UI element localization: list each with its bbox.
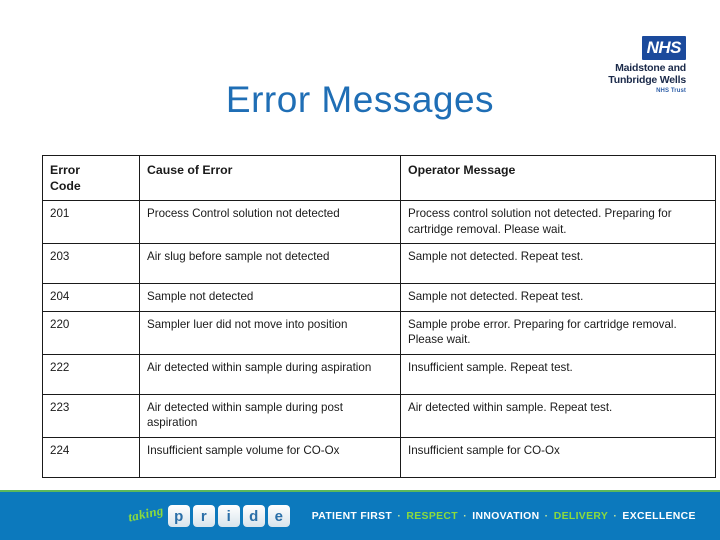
tagline-value-innovation: INNOVATION [472,510,540,522]
tagline-separator: · [541,510,552,522]
table-row: 223 Air detected within sample during pos… [42,393,716,438]
cell-error-code: 222 [42,353,140,395]
nhs-wordmark: NHS [641,36,686,60]
cell-error-code: 203 [42,243,140,284]
pride-tile-d: d [242,505,265,527]
column-header-error-code-line-2: Code [50,178,81,193]
column-header-cause-of-error: Cause of Error [139,155,401,201]
cell-cause-of-error: Air slug before sample not detected [139,243,401,284]
tagline-separator: · [610,510,621,522]
column-header-error-code-line-1: Error [50,163,81,177]
pride-tile-e: e [267,505,290,527]
table-header-row: Error Code Cause of Error Operator Messa… [42,155,716,201]
table-row: 204 Sample not detected Sample not detecte… [42,283,716,312]
table-row: 222 Air detected within sample during asp… [42,353,716,395]
cell-operator-message: Sample probe error. Preparing for cartri… [400,310,716,355]
pride-letter-tiles: pride [167,505,290,527]
taking-script-text: taking [126,502,165,525]
table-body: 201 Process Control solution not detected… [42,200,716,478]
cell-operator-message: Sample not detected. Repeat test. [400,283,716,312]
table-row: 220 Sampler luer did not move into positi… [42,310,716,355]
cell-error-code: 223 [42,393,140,438]
error-messages-table-container: Error Code Cause of Error Operator Messa… [42,155,716,478]
cell-operator-message: Insufficient sample for CO-Ox [400,436,716,478]
pride-logo: taking pride PATIENT FIRST · RESPECT · I… [126,502,696,527]
cell-operator-message: Sample not detected. Repeat test. [400,243,716,284]
tagline-value-excellence: EXCELLENCE [622,510,696,522]
cell-error-code: 220 [42,310,140,355]
cell-operator-message: Air detected within sample. Repeat test. [400,393,716,438]
cell-cause-of-error: Process Control solution not detected [139,200,401,244]
table-header: Error Code Cause of Error Operator Messa… [42,155,716,201]
tagline-separator: · [394,510,405,522]
cell-cause-of-error: Insufficient sample volume for CO-Ox [139,436,401,478]
error-messages-table: Error Code Cause of Error Operator Messa… [42,155,716,478]
cell-error-code: 201 [42,200,140,244]
cell-cause-of-error: Air detected within sample during post a… [139,393,401,438]
pride-tile-p: p [167,505,190,527]
page-title: Error Messages [225,79,495,120]
cell-error-code: 224 [42,436,140,478]
trust-name-line-1: Maidstone and [615,62,686,74]
tagline-value-patient-first: PATIENT FIRST [311,510,393,522]
cell-cause-of-error: Air detected within sample during aspira… [139,353,401,395]
cell-operator-message: Process control solution not detected. P… [400,200,716,244]
pride-banner: taking pride PATIENT FIRST · RESPECT · I… [0,490,720,540]
pride-tile-i: i [217,505,240,527]
column-header-operator-message: Operator Message [400,155,716,201]
table-row: 224 Insufficient sample volume for CO-Ox I… [42,436,716,478]
tagline-separator: · [459,510,471,522]
table-row: 203 Air slug before sample not detected Sa… [42,243,716,284]
table-row: 201 Process Control solution not detected… [42,200,716,244]
cell-error-code: 204 [42,283,140,312]
column-header-error-code: Error Code [42,155,140,201]
pride-tile-r: r [192,505,215,527]
cell-cause-of-error: Sampler luer did not move into position [139,310,401,355]
tagline-value-delivery: DELIVERY [553,510,609,522]
cell-operator-message: Insufficient sample. Repeat test. [400,353,716,395]
cell-cause-of-error: Sample not detected [139,283,401,312]
tagline-value-respect: RESPECT [406,510,458,522]
pride-tagline: PATIENT FIRST · RESPECT · INNOVATION · D… [312,511,696,522]
